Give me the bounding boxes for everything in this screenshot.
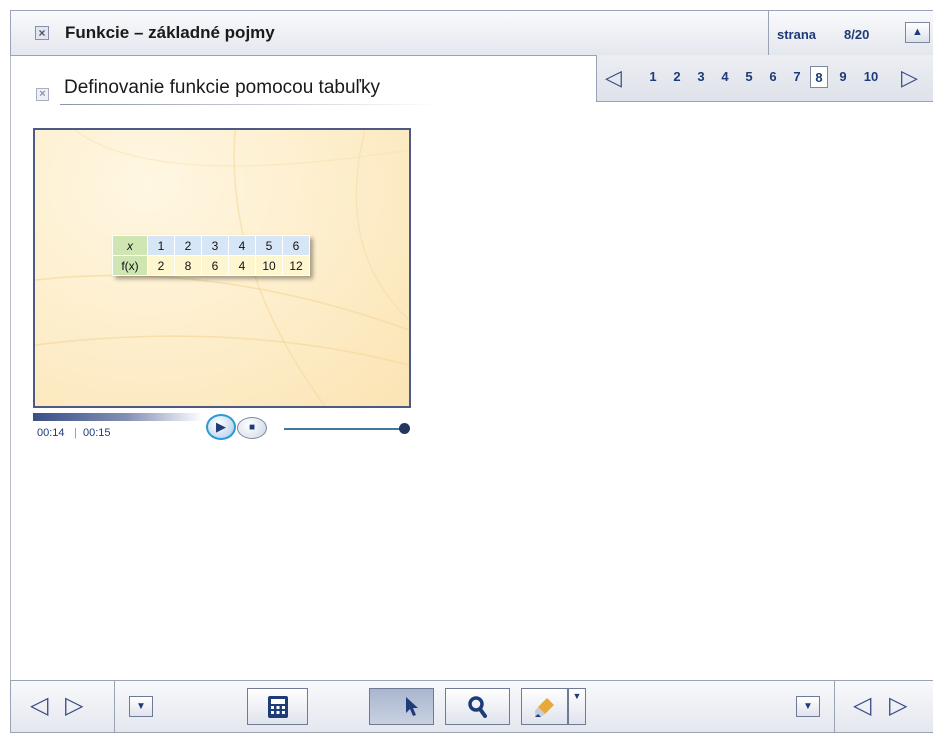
toolbar-divider bbox=[114, 681, 115, 732]
page-title: Funkcie – základné pojmy bbox=[65, 23, 275, 42]
stop-icon[interactable]: ■ bbox=[237, 417, 267, 439]
video-progress-bar[interactable] bbox=[33, 413, 203, 421]
page-link-7[interactable]: 7 bbox=[788, 66, 806, 88]
magnifier-icon[interactable] bbox=[445, 688, 510, 725]
x-cell: 3 bbox=[201, 235, 229, 256]
page-link-2[interactable]: 2 bbox=[668, 66, 686, 88]
fx-header: f(x) bbox=[112, 255, 148, 276]
page-link-6[interactable]: 6 bbox=[764, 66, 782, 88]
page-link-5[interactable]: 5 bbox=[740, 66, 758, 88]
x-cell: 2 bbox=[174, 235, 202, 256]
triangle-up-icon[interactable]: ▲ bbox=[905, 22, 930, 43]
time-separator: | bbox=[74, 427, 77, 439]
fx-cell: 4 bbox=[228, 255, 256, 276]
x-cell: 4 bbox=[228, 235, 256, 256]
right-dropdown-icon[interactable]: ▼ bbox=[796, 696, 820, 717]
table-row-x: x 1 2 3 4 5 6 bbox=[112, 235, 310, 256]
triangle-right-icon[interactable]: ▷ bbox=[65, 694, 83, 718]
x-cell: 6 bbox=[282, 235, 310, 256]
time-current: 00:14 bbox=[37, 427, 65, 439]
play-icon[interactable]: ▶ bbox=[206, 414, 236, 440]
volume-slider-knob[interactable] bbox=[399, 423, 410, 434]
dropdown-arrow-icon[interactable]: ▼ bbox=[568, 688, 586, 725]
x-header: x bbox=[112, 235, 148, 256]
highlighter-icon[interactable] bbox=[521, 688, 568, 725]
right-triangle-left-icon[interactable]: ◁ bbox=[853, 694, 871, 718]
function-table: x 1 2 3 4 5 6 f(x) 2 8 6 4 10 12 bbox=[112, 235, 310, 276]
cursor-icon[interactable] bbox=[369, 688, 434, 725]
header-bar: × Funkcie – základné pojmy strana 8/20 ▲ bbox=[10, 10, 933, 56]
page-link-10[interactable]: 10 bbox=[859, 66, 883, 88]
content-left-border bbox=[10, 56, 11, 680]
fx-cell: 2 bbox=[147, 255, 175, 276]
section-underline bbox=[60, 104, 440, 105]
fx-cell: 8 bbox=[174, 255, 202, 276]
triangle-left-icon[interactable]: ◁ bbox=[30, 694, 48, 718]
table-row-fx: f(x) 2 8 6 4 10 12 bbox=[112, 255, 310, 276]
right-triangle-right-icon[interactable]: ▷ bbox=[889, 694, 907, 718]
page-navigator: ◁ 1 2 3 4 5 6 7 8 9 10 ▷ bbox=[596, 55, 933, 102]
page-link-8-current[interactable]: 8 bbox=[810, 66, 828, 88]
page-indicator: strana 8/20 ▲ bbox=[768, 11, 933, 55]
time-total: 00:15 bbox=[83, 427, 111, 439]
page-number: 8/20 bbox=[844, 27, 870, 42]
page-label: strana bbox=[777, 27, 817, 42]
section-title: Definovanie funkcie pomocou tabuľky bbox=[64, 77, 381, 98]
next-page-icon[interactable]: ▷ bbox=[901, 67, 918, 89]
dropdown-icon[interactable]: ▼ bbox=[129, 696, 153, 717]
page-link-1[interactable]: 1 bbox=[644, 66, 662, 88]
volume-slider-track[interactable] bbox=[284, 428, 404, 430]
page-link-3[interactable]: 3 bbox=[692, 66, 710, 88]
bottom-toolbar: ◁ ▷ ▼ ▼ ▼ ◁ ▷ bbox=[10, 680, 933, 733]
fx-cell: 12 bbox=[282, 255, 310, 276]
calculator-icon[interactable] bbox=[247, 688, 308, 725]
fx-cell: 10 bbox=[255, 255, 283, 276]
section-close-icon[interactable]: × bbox=[36, 88, 49, 101]
x-cell: 1 bbox=[147, 235, 175, 256]
video-player[interactable]: x 1 2 3 4 5 6 f(x) 2 8 6 4 10 12 bbox=[33, 128, 411, 408]
toolbar-divider bbox=[834, 681, 835, 732]
x-cell: 5 bbox=[255, 235, 283, 256]
page-link-9[interactable]: 9 bbox=[834, 66, 852, 88]
fx-cell: 6 bbox=[201, 255, 229, 276]
prev-page-icon[interactable]: ◁ bbox=[605, 67, 622, 89]
page-link-4[interactable]: 4 bbox=[716, 66, 734, 88]
close-box-icon[interactable]: × bbox=[35, 26, 49, 40]
